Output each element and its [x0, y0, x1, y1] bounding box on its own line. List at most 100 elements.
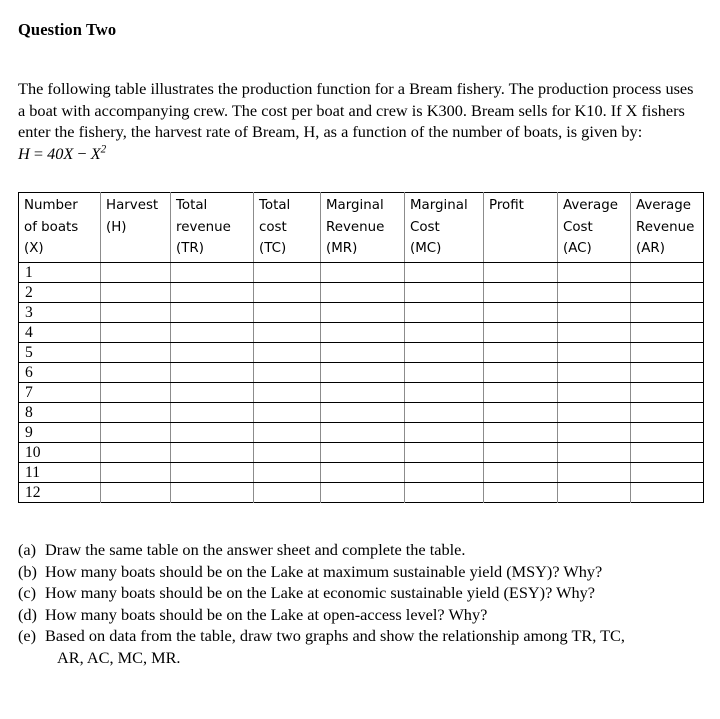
table-cell-empty[interactable]	[404, 442, 484, 463]
table-cell-empty[interactable]	[253, 302, 321, 323]
table-cell-empty[interactable]	[557, 262, 631, 283]
table-cell-empty[interactable]	[483, 342, 558, 363]
table-cell-empty[interactable]	[630, 382, 704, 403]
table-cell-empty[interactable]	[320, 282, 405, 303]
table-cell-empty[interactable]	[404, 482, 484, 502]
table-cell-empty[interactable]	[404, 342, 484, 363]
table-cell-empty[interactable]	[631, 482, 704, 502]
table-cell-empty[interactable]	[100, 282, 171, 303]
table-cell-empty[interactable]	[170, 442, 254, 463]
table-cell-empty[interactable]	[630, 402, 704, 423]
table-cell-empty[interactable]	[253, 322, 321, 343]
table-cell-empty[interactable]	[253, 282, 321, 303]
table-cell-empty[interactable]	[483, 282, 558, 303]
table-cell-empty[interactable]	[630, 282, 704, 303]
table-cell-empty[interactable]	[483, 442, 558, 463]
table-cell-empty[interactable]	[483, 302, 558, 323]
table-cell-empty[interactable]	[170, 302, 254, 323]
table-cell-empty[interactable]	[483, 422, 558, 443]
table-cell-empty[interactable]	[557, 342, 631, 363]
cell-boat-number: 2	[18, 282, 101, 303]
table-cell-empty[interactable]	[557, 322, 631, 343]
table-cell-empty[interactable]	[170, 262, 254, 283]
table-cell-empty[interactable]	[320, 302, 405, 323]
table-cell-empty[interactable]	[253, 402, 321, 423]
table-cell-empty[interactable]	[557, 462, 631, 483]
table-cell-empty[interactable]	[170, 362, 254, 383]
table-cell-empty[interactable]	[557, 282, 631, 303]
table-cell-empty[interactable]	[320, 422, 405, 443]
table-cell-empty[interactable]	[100, 302, 171, 323]
table-cell-empty[interactable]	[320, 462, 405, 483]
table-cell-empty[interactable]	[483, 482, 558, 502]
table-cell-empty[interactable]	[100, 462, 171, 483]
table-cell-empty[interactable]	[557, 442, 631, 463]
table-cell-empty[interactable]	[404, 302, 484, 323]
table-cell-empty[interactable]	[320, 262, 405, 283]
table-cell-empty[interactable]	[630, 302, 704, 323]
table-cell-empty[interactable]	[483, 402, 558, 423]
table-cell-empty[interactable]	[404, 382, 484, 403]
table-cell-empty[interactable]	[253, 342, 321, 363]
table-cell-empty[interactable]	[557, 422, 631, 443]
table-cell-empty[interactable]	[630, 262, 704, 283]
table-cell-empty[interactable]	[630, 422, 704, 443]
table-cell-empty[interactable]	[404, 402, 484, 423]
table-cell-empty[interactable]	[483, 262, 558, 283]
table-cell-empty[interactable]	[320, 442, 405, 463]
table-cell-empty[interactable]	[630, 342, 704, 363]
table-cell-empty[interactable]	[100, 322, 171, 343]
table-cell-empty[interactable]	[404, 462, 484, 483]
table-cell-empty[interactable]	[404, 262, 484, 283]
table-cell-empty[interactable]	[483, 362, 558, 383]
table-cell-empty[interactable]	[404, 322, 484, 343]
table-cell-empty[interactable]	[404, 362, 484, 383]
table-cell-empty[interactable]	[170, 382, 254, 403]
table-cell-empty[interactable]	[630, 442, 704, 463]
table-cell-empty[interactable]	[320, 342, 405, 363]
table-cell-empty[interactable]	[100, 342, 171, 363]
table-cell-empty[interactable]	[253, 442, 321, 463]
table-cell-empty[interactable]	[404, 282, 484, 303]
table-cell-empty[interactable]	[483, 382, 558, 403]
table-cell-empty[interactable]	[630, 362, 704, 383]
table-cell-empty[interactable]	[170, 322, 254, 343]
table-cell-empty[interactable]	[100, 422, 171, 443]
table-cell-empty[interactable]	[253, 422, 321, 443]
table-cell-empty[interactable]	[320, 402, 405, 423]
table-cell-empty[interactable]	[630, 322, 704, 343]
page-title: Question Two	[18, 20, 117, 39]
table-cell-empty[interactable]	[557, 362, 631, 383]
column-header-profit: Profit	[483, 192, 558, 263]
table-cell-empty[interactable]	[253, 362, 321, 383]
table-cell-empty[interactable]	[557, 302, 631, 323]
table-cell-empty[interactable]	[170, 342, 254, 363]
table-cell-empty[interactable]	[320, 382, 405, 403]
table-cell-empty[interactable]	[557, 402, 631, 423]
table-cell-empty[interactable]	[100, 482, 171, 502]
table-cell-empty[interactable]	[170, 462, 254, 483]
table-row: 6	[18, 362, 704, 383]
table-cell-empty[interactable]	[320, 322, 405, 343]
table-cell-empty[interactable]	[253, 462, 321, 483]
table-cell-empty[interactable]	[253, 482, 321, 502]
table-cell-empty[interactable]	[170, 422, 254, 443]
table-cell-empty[interactable]	[557, 482, 631, 502]
table-cell-empty[interactable]	[320, 362, 405, 383]
table-cell-empty[interactable]	[253, 262, 321, 283]
table-cell-empty[interactable]	[100, 442, 171, 463]
table-cell-empty[interactable]	[253, 382, 321, 403]
table-cell-empty[interactable]	[483, 462, 558, 483]
table-cell-empty[interactable]	[100, 402, 171, 423]
table-cell-empty[interactable]	[557, 382, 631, 403]
table-cell-empty[interactable]	[100, 262, 171, 283]
table-cell-empty[interactable]	[170, 282, 254, 303]
table-cell-empty[interactable]	[100, 382, 171, 403]
table-cell-empty[interactable]	[170, 402, 254, 423]
table-cell-empty[interactable]	[170, 482, 254, 502]
table-cell-empty[interactable]	[404, 422, 484, 443]
table-cell-empty[interactable]	[320, 482, 405, 502]
table-cell-empty[interactable]	[483, 322, 558, 343]
table-cell-empty[interactable]	[630, 462, 704, 483]
table-cell-empty[interactable]	[100, 362, 171, 383]
